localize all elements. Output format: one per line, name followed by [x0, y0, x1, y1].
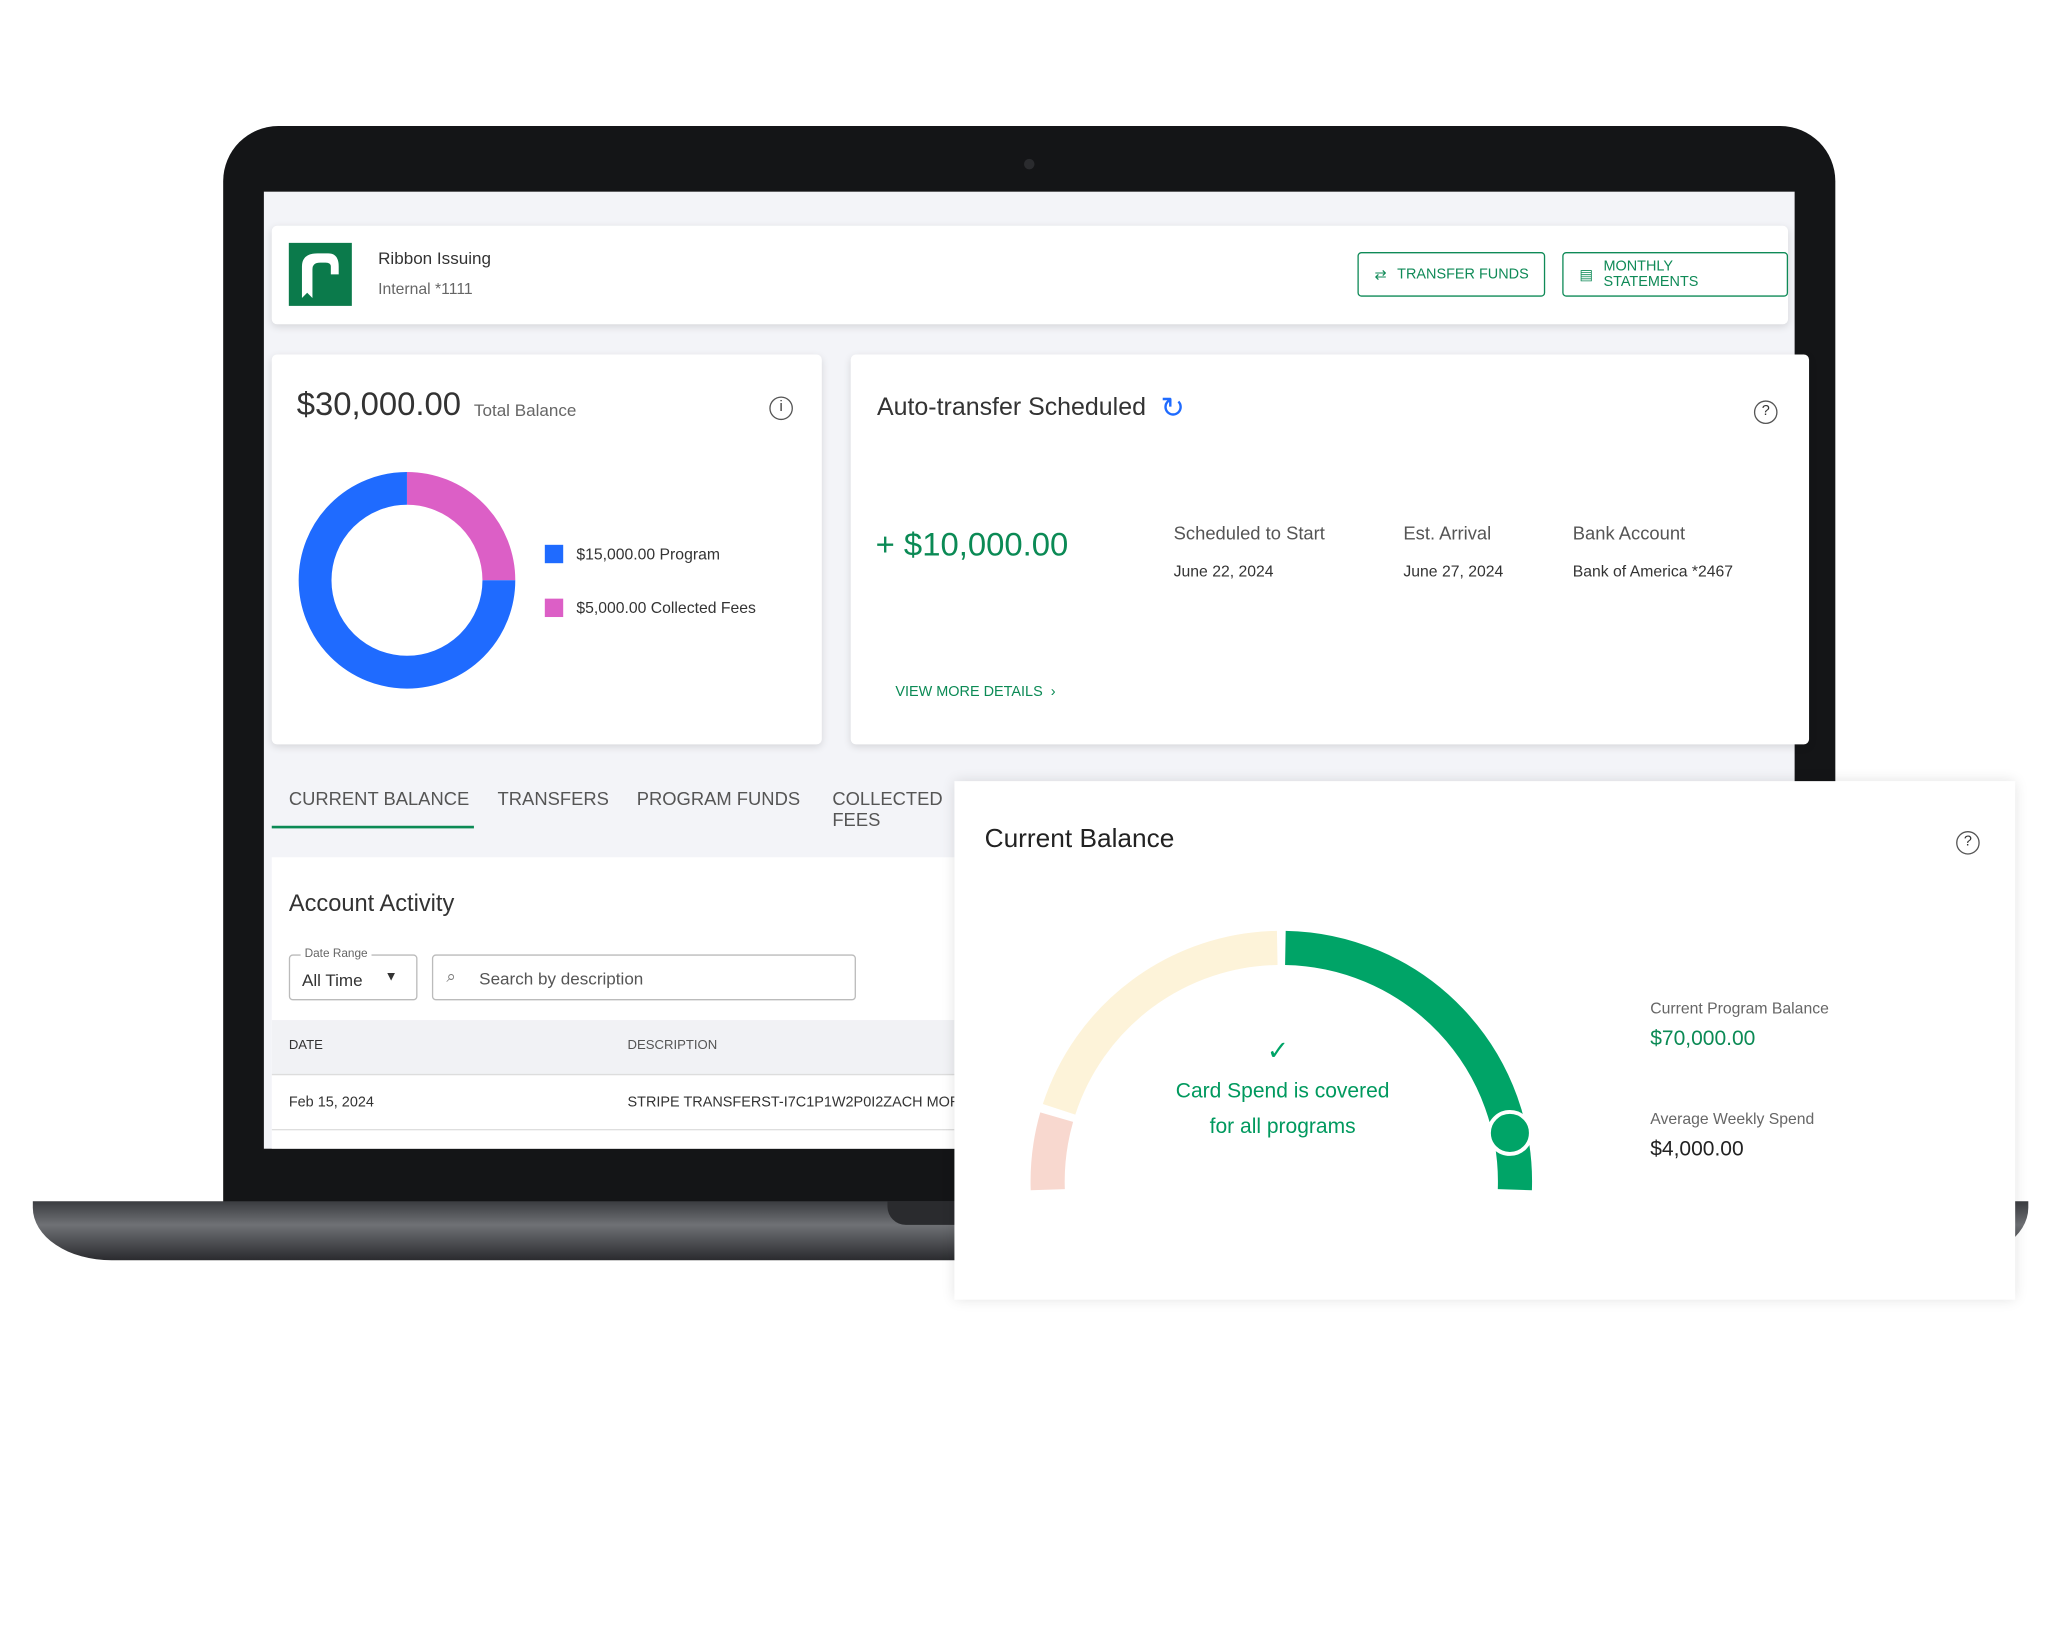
monthly-statements-button[interactable]: ▤ MONTHLY STATEMENTS: [1562, 252, 1789, 297]
search-input[interactable]: ⌕ Search by description: [431, 954, 856, 1001]
ribbon-logo: [288, 242, 352, 306]
help-icon[interactable]: ?: [1956, 831, 1980, 855]
legend-program: $15,000.00 Program: [576, 544, 720, 564]
transfer-arrows-icon: ⇄: [1374, 267, 1387, 283]
total-balance-label: Total Balance: [473, 400, 577, 421]
transfer-amount: + $10,000.00: [875, 526, 1069, 564]
header-bar: Ribbon Issuing Internal *1111 ⇄ TRANSFER …: [271, 225, 1789, 325]
gauge-knob: [1486, 1109, 1533, 1156]
balance-donut-chart: [298, 471, 516, 689]
program-balance-label: Current Program Balance: [1650, 999, 1829, 1018]
transfer-funds-button[interactable]: ⇄ TRANSFER FUNDS: [1357, 252, 1546, 297]
help-icon[interactable]: ?: [1753, 400, 1778, 425]
gauge-segment-high: [1284, 930, 1533, 1191]
tab-transfers[interactable]: TRANSFERS: [498, 788, 609, 809]
est-arrival-value: June 27, 2024: [1403, 561, 1504, 581]
active-tab-indicator: [271, 825, 474, 829]
tab-current-balance[interactable]: CURRENT BALANCE: [289, 788, 469, 809]
scheduled-start-label: Scheduled to Start: [1173, 522, 1325, 544]
donut-slice-fees: [406, 471, 516, 581]
auto-transfer-card: Auto-transfer Scheduled ↻ ? + $10,000.00…: [850, 354, 1810, 745]
table-row[interactable]: Feb 15, 2024 STRIPE TRANSFERST-I7C1P1W2P…: [271, 1075, 955, 1131]
legend-swatch-program: [544, 544, 564, 564]
refresh-icon: ↻: [1160, 391, 1185, 425]
view-more-details-link[interactable]: VIEW MORE DETAILS ›: [895, 684, 1055, 700]
current-balance-card: Current Balance ? ✓ Card Spend is covere…: [954, 781, 2016, 1300]
caret-down-icon: ▼: [384, 970, 398, 985]
account-activity-panel: Account Activity Date Range All Time ▼ ⌕…: [271, 857, 955, 1149]
bank-account-value: Bank of America *2467: [1572, 561, 1734, 581]
coverage-status-line2: for all programs: [1209, 1115, 1356, 1139]
total-balance-card: $30,000.00 Total Balance i $15,000.00 Pr…: [271, 354, 822, 745]
est-arrival-label: Est. Arrival: [1403, 522, 1492, 544]
bank-account-label: Bank Account: [1572, 522, 1686, 544]
table-header: DATE DESCRIPTION: [271, 1020, 955, 1076]
weekly-spend-label: Average Weekly Spend: [1650, 1109, 1815, 1128]
camera: [1023, 158, 1035, 170]
legend-swatch-fees: [544, 598, 564, 618]
gauge-segment-low: [1030, 1112, 1074, 1191]
search-icon: ⌕: [446, 966, 456, 986]
tab-collected-fees[interactable]: COLLECTED FEES: [832, 788, 954, 830]
info-icon[interactable]: i: [769, 396, 793, 421]
weekly-spend-value: $4,000.00: [1650, 1138, 1744, 1161]
program-balance-value: $70,000.00: [1650, 1027, 1756, 1051]
tab-program-funds[interactable]: PROGRAM FUNDS: [637, 788, 800, 809]
account-activity-title: Account Activity: [288, 890, 455, 917]
chevron-right-icon: ›: [1046, 683, 1056, 700]
date-range-select[interactable]: Date Range All Time ▼: [288, 946, 418, 1001]
coverage-status-line1: Card Spend is covered: [1175, 1080, 1390, 1103]
total-balance-amount: $30,000.00: [296, 385, 461, 423]
auto-transfer-title: Auto-transfer Scheduled: [876, 393, 1146, 422]
scheduled-start-value: June 22, 2024: [1173, 561, 1274, 581]
document-icon: ▤: [1579, 267, 1593, 283]
account-label: Internal *1111: [378, 279, 473, 299]
check-circle-icon: ✓: [1266, 1037, 1289, 1067]
org-name: Ribbon Issuing: [378, 248, 491, 268]
legend-fees: $5,000.00 Collected Fees: [576, 598, 756, 618]
